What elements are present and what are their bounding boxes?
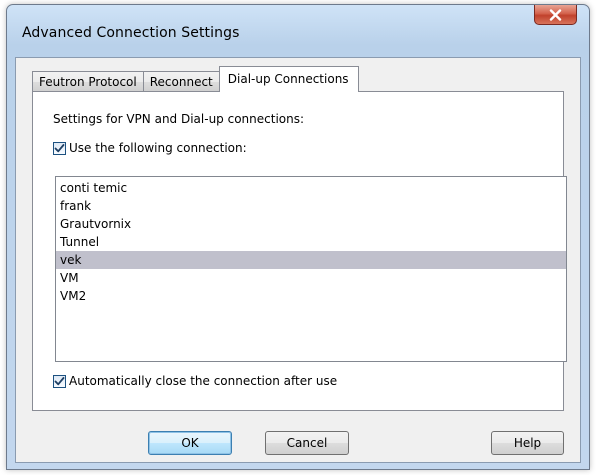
help-button[interactable]: Help xyxy=(491,431,564,455)
tab-strip: Feutron Protocol Reconnect Dial-up Conne… xyxy=(32,66,359,92)
auto-close-checkbox-row[interactable]: Automatically close the connection after… xyxy=(53,374,337,388)
list-item[interactable]: VM2 xyxy=(56,287,566,305)
close-icon xyxy=(549,8,562,21)
tab-reconnect[interactable]: Reconnect xyxy=(142,71,220,92)
dialog-window: Advanced Connection Settings Feutron Pro… xyxy=(6,4,590,470)
list-item[interactable]: conti temic xyxy=(56,179,566,197)
dialog-client-area: Feutron Protocol Reconnect Dial-up Conne… xyxy=(15,57,581,463)
auto-close-checkbox[interactable] xyxy=(53,374,66,388)
list-item[interactable]: Grautvornix xyxy=(56,215,566,233)
title-bar[interactable]: Advanced Connection Settings xyxy=(7,5,589,55)
tab-feutron-protocol[interactable]: Feutron Protocol xyxy=(32,71,144,92)
ok-button[interactable]: OK xyxy=(148,431,232,455)
use-connection-checkbox[interactable] xyxy=(53,141,66,155)
auto-close-label: Automatically close the connection after… xyxy=(69,374,338,388)
checkmark-icon xyxy=(54,376,65,385)
panel-heading: Settings for VPN and Dial-up connections… xyxy=(53,112,305,126)
close-button[interactable] xyxy=(534,5,577,25)
use-connection-label: Use the following connection: xyxy=(69,141,247,155)
window-title: Advanced Connection Settings xyxy=(22,25,240,41)
cancel-button[interactable]: Cancel xyxy=(265,431,349,455)
list-item[interactable]: frank xyxy=(56,197,566,215)
checkmark-icon xyxy=(54,143,65,152)
tab-panel-dial-up: Settings for VPN and Dial-up connections… xyxy=(32,91,567,411)
list-item[interactable]: VM xyxy=(56,269,566,287)
list-item-selected[interactable]: vek xyxy=(56,251,566,269)
use-connection-checkbox-row[interactable]: Use the following connection: xyxy=(53,141,247,155)
connections-listbox[interactable]: conti temic frank Grautvornix Tunnel vek… xyxy=(55,176,567,362)
tab-dial-up-connections[interactable]: Dial-up Connections xyxy=(218,66,359,92)
list-item[interactable]: Tunnel xyxy=(56,233,566,251)
